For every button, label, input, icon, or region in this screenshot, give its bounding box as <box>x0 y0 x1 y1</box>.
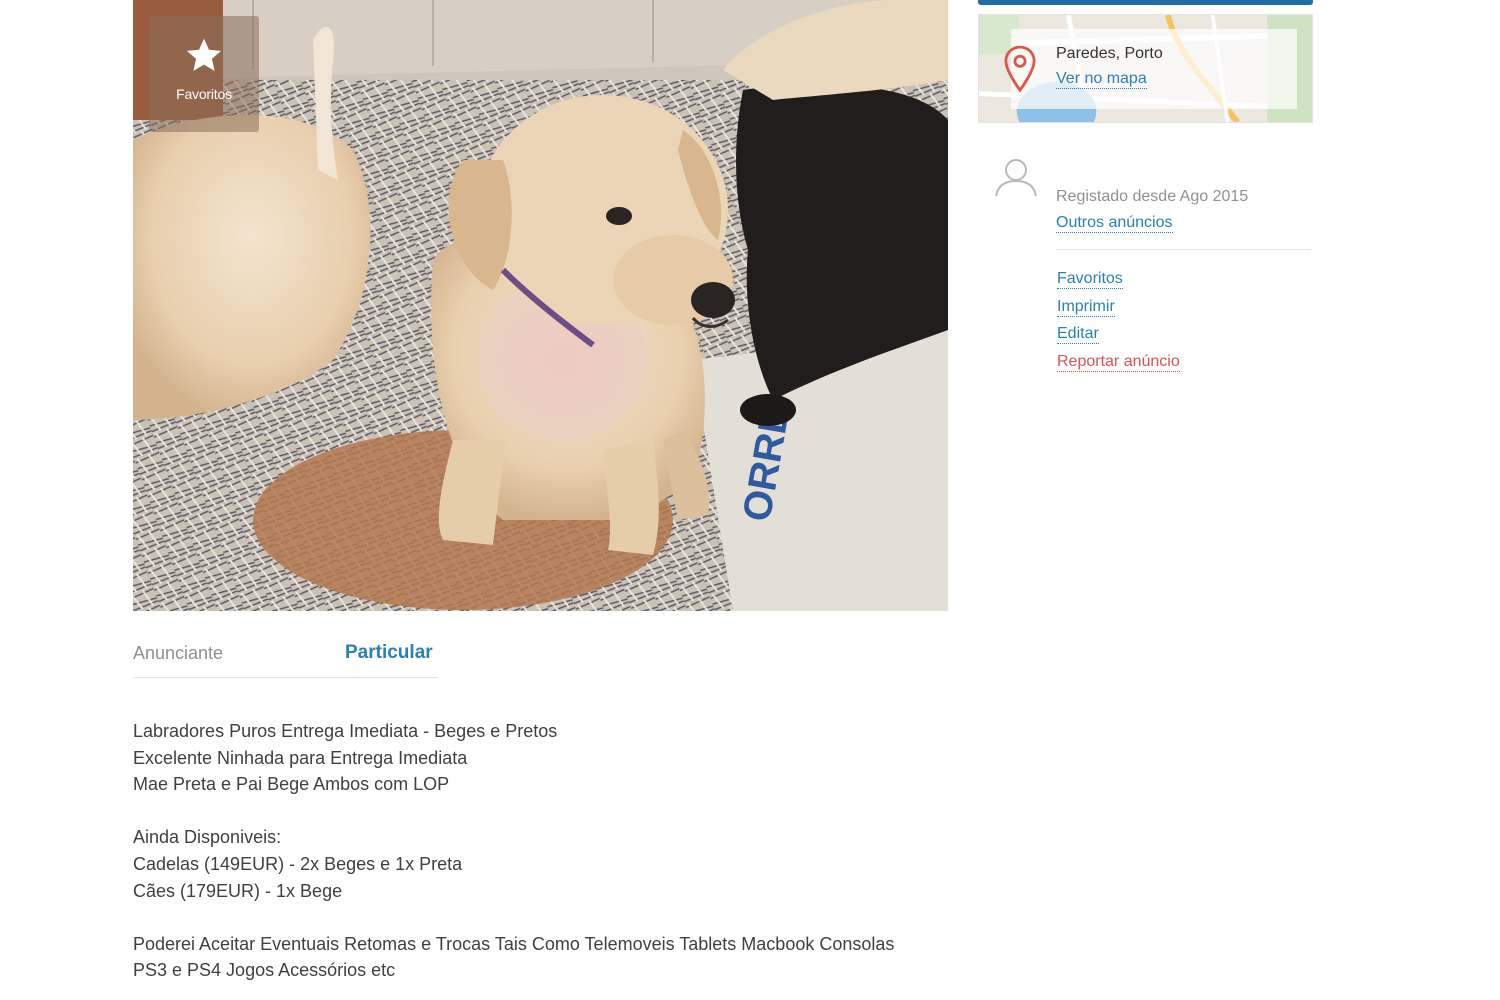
listing-photo[interactable]: ORRE Favoritos <box>133 0 948 611</box>
registered-since-text: Registado desde Ago 2015 <box>1056 188 1249 205</box>
advertiser-row: Anunciante Particular <box>133 640 438 678</box>
map-location-text: Paredes, Porto <box>1056 45 1163 62</box>
listing-description: Labradores Puros Entrega Imediata - Bege… <box>133 718 963 984</box>
description-line: Labradores Puros Entrega Imediata - Bege… <box>133 721 558 741</box>
description-line: Excelente Ninhada para Entrega Imediata <box>133 747 468 768</box>
favorite-photo-button[interactable]: Favoritos <box>149 16 259 132</box>
contact-button-edge[interactable] <box>978 0 1313 5</box>
report-ad-link[interactable]: Reportar anúncio <box>1057 353 1180 372</box>
description-line: PS3 e PS4 Jogos Acessórios etc <box>133 960 396 981</box>
map-overlay <box>1011 29 1297 109</box>
description-line: Poderei Aceitar Eventuais Retomas e Troc… <box>133 933 895 954</box>
divider <box>1056 249 1311 250</box>
favorite-photo-label: Favoritos <box>176 86 232 102</box>
description-line: Cães (179EUR) - 1x Bege <box>133 880 343 901</box>
print-link[interactable]: Imprimir <box>1057 298 1115 317</box>
map-card[interactable]: Paredes, Porto Ver no mapa <box>978 14 1313 123</box>
description-line: Cadelas (149EUR) - 2x Beges e 1x Preta <box>133 853 463 874</box>
description-line: Mae Preta e Pai Bege Ambos com LOP <box>133 774 450 795</box>
advertiser-type: Particular <box>345 642 433 663</box>
map-pin-icon <box>1004 45 1036 93</box>
description-line <box>133 798 963 825</box>
user-avatar-icon <box>995 159 1037 197</box>
favorites-link[interactable]: Favoritos <box>1057 270 1123 289</box>
description-line: Ainda Disponiveis: <box>133 827 282 848</box>
star-icon <box>186 38 222 71</box>
edit-link[interactable]: Editar <box>1057 325 1099 344</box>
description-line <box>133 904 963 931</box>
view-map-link[interactable]: Ver no mapa <box>1056 70 1147 89</box>
advertiser-label: Anunciante <box>133 643 224 663</box>
other-ads-link[interactable]: Outros anúncios <box>1056 214 1173 233</box>
